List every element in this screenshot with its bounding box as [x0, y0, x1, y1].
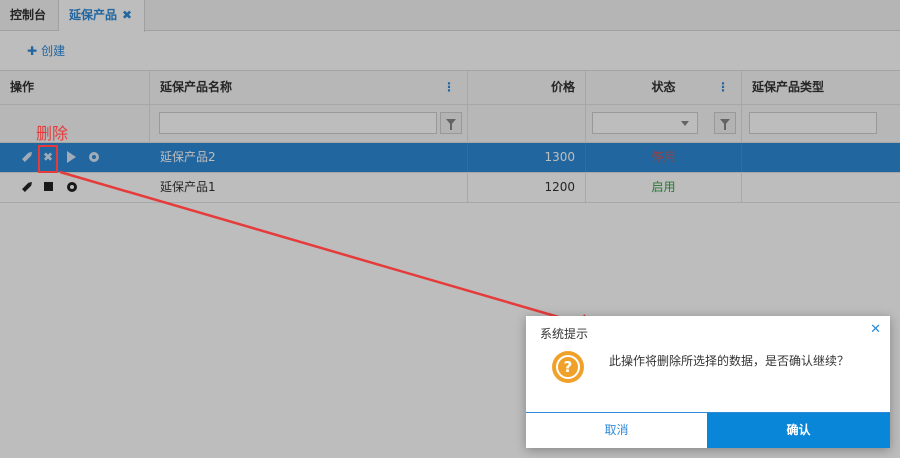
dialog-title: 系统提示 — [540, 327, 589, 341]
dialog-footer: 取消 确认 — [526, 412, 890, 448]
dialog-message: 此操作将删除所选择的数据，是否确认继续？ — [609, 354, 850, 368]
confirm-button[interactable]: 确认 — [707, 413, 890, 448]
cancel-button[interactable]: 取消 — [526, 413, 707, 448]
annotation-arrow-line — [59, 170, 587, 327]
confirm-dialog: 系统提示 ✕ ? 此操作将删除所选择的数据，是否确认继续？ 取消 确认 — [526, 316, 890, 448]
question-warning-icon: ? — [552, 351, 584, 383]
question-mark: ? — [556, 355, 580, 379]
close-icon[interactable]: ✕ — [870, 322, 881, 337]
